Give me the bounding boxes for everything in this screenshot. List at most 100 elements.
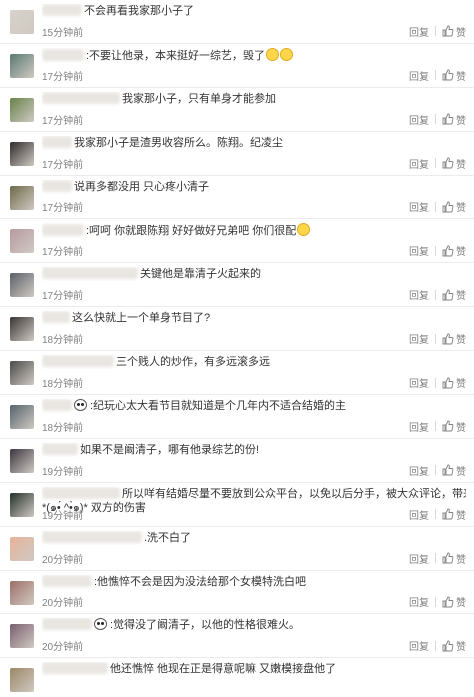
comment-text-line: .洗不白了 [42, 530, 466, 545]
reply-button[interactable]: 回复 [409, 112, 429, 127]
comment-item: 三个贱人的炒作，有多远滚多远 18分钟前 回复 赞 [0, 351, 474, 396]
thumbs-up-icon [442, 333, 454, 345]
blurred-username[interactable] [42, 179, 72, 192]
reply-button[interactable]: 回复 [409, 638, 429, 653]
avatar[interactable] [10, 10, 34, 34]
like-button[interactable]: 赞 [442, 463, 466, 478]
blurred-username[interactable] [42, 662, 108, 675]
like-button[interactable]: 赞 [442, 156, 466, 171]
thumbs-up-icon [442, 157, 454, 169]
blurred-username[interactable] [42, 48, 84, 61]
action-divider [435, 640, 436, 651]
like-label: 赞 [456, 115, 466, 127]
like-button[interactable]: 赞 [442, 375, 466, 390]
avatar-image [10, 405, 34, 430]
like-button[interactable]: 赞 [442, 594, 466, 609]
reply-button[interactable]: 回复 [409, 156, 429, 171]
comment-text-line: 三个贱人的炒作，有多远滚多远 [42, 355, 466, 369]
like-button[interactable]: 赞 [442, 68, 466, 83]
like-button[interactable]: 赞 [442, 419, 466, 434]
comment-text: 我家那小子，只有单身才能参加 [122, 92, 276, 105]
comment-text: 不会再看我家那小子了 [84, 5, 194, 17]
blurred-username[interactable] [42, 311, 70, 324]
reply-button[interactable]: 回复 [409, 594, 429, 609]
panda-badge-icon [94, 618, 107, 631]
like-button[interactable]: 赞 [442, 551, 466, 566]
avatar[interactable] [10, 668, 34, 693]
avatar[interactable] [10, 53, 34, 78]
like-label: 赞 [456, 379, 466, 391]
comment-text: 关键他是靠清子火起来的 [140, 268, 261, 281]
like-button[interactable]: 赞 [442, 287, 466, 302]
avatar[interactable] [10, 624, 34, 649]
blurred-username[interactable] [42, 618, 92, 631]
blurred-username[interactable] [42, 224, 84, 237]
comment-item: :呵呵 你就跟陈翔 好好做好兄弟吧 你们很配 17分钟前 回复 赞 [0, 219, 474, 264]
reply-button[interactable]: 回复 [409, 331, 429, 346]
like-label: 赞 [456, 554, 466, 566]
blurred-username[interactable] [42, 530, 142, 543]
like-label: 赞 [456, 642, 466, 654]
panda-badge-icon [74, 399, 87, 412]
avatar[interactable] [10, 141, 34, 166]
like-button[interactable]: 赞 [442, 112, 466, 127]
blurred-username[interactable] [42, 574, 92, 587]
comment-item: :纪玩心太大看节目就知道是个几年内不适合结婚的主 18分钟前 回复 赞 [0, 395, 474, 439]
reply-button[interactable]: 回复 [409, 463, 429, 478]
like-button[interactable]: 赞 [442, 243, 466, 258]
avatar[interactable] [10, 97, 34, 122]
avatar-image [10, 229, 34, 254]
comment-text-line: 不会再看我家那小子了 [42, 4, 466, 18]
reply-button[interactable]: 回复 [409, 507, 429, 522]
comment-text: .洗不白了 [144, 531, 192, 544]
blurred-username[interactable] [42, 267, 138, 280]
avatar-image [10, 317, 34, 342]
comment-timestamp: 17分钟前 [42, 247, 84, 259]
avatar[interactable] [10, 317, 34, 342]
action-divider [435, 289, 436, 300]
blurred-username[interactable] [42, 355, 114, 368]
avatar[interactable] [10, 536, 34, 561]
avatar[interactable] [10, 185, 34, 210]
comment-timestamp: 18分钟前 [42, 379, 84, 391]
avatar[interactable] [10, 273, 34, 298]
like-button[interactable]: 赞 [442, 638, 466, 653]
like-label: 赞 [456, 27, 466, 39]
blurred-username[interactable] [42, 399, 72, 412]
action-divider [435, 26, 436, 37]
like-button[interactable]: 赞 [442, 24, 466, 39]
reply-button[interactable]: 回复 [409, 24, 429, 39]
avatar[interactable] [10, 405, 34, 430]
reply-button[interactable]: 回复 [409, 551, 429, 566]
blurred-username[interactable] [42, 91, 120, 104]
comment-timestamp: 17分钟前 [42, 159, 84, 171]
reply-button[interactable]: 回复 [409, 68, 429, 83]
like-button[interactable]: 赞 [442, 199, 466, 214]
blurred-username[interactable] [42, 4, 82, 16]
blurred-username[interactable] [42, 135, 72, 148]
blurred-username[interactable] [42, 442, 78, 455]
avatar[interactable] [10, 361, 34, 386]
reply-button[interactable]: 回复 [409, 199, 429, 214]
avatar[interactable] [10, 229, 34, 254]
reply-button[interactable]: 回复 [409, 375, 429, 390]
like-label: 赞 [456, 159, 466, 171]
reply-button[interactable]: 回复 [409, 287, 429, 302]
blurred-username[interactable] [42, 486, 120, 499]
reply-button[interactable]: 回复 [409, 243, 429, 258]
like-button[interactable]: 赞 [442, 507, 466, 522]
reply-button[interactable]: 回复 [409, 419, 429, 434]
avatar[interactable] [10, 580, 34, 605]
avatar-image [10, 624, 34, 649]
avatar[interactable] [10, 448, 34, 473]
avatar-image [10, 580, 34, 605]
comment-text: 我家那小子是渣男收容所么。陈翔。纪凌尘 [74, 136, 283, 149]
comment-actions: 回复 赞 [409, 638, 466, 653]
comment-item: 他还憔悴 他现在正是得意呢嘛 又嫩模接盘他了 [0, 658, 474, 697]
comment-timestamp: 17分钟前 [42, 203, 84, 215]
thumbs-up-icon [442, 464, 454, 476]
avatar[interactable] [10, 492, 34, 517]
comment-text-line: 说再多都没用 只心疼小清子 [42, 179, 466, 194]
like-button[interactable]: 赞 [442, 331, 466, 346]
comment-text-line: 关键他是靠清子火起来的 [42, 267, 466, 281]
